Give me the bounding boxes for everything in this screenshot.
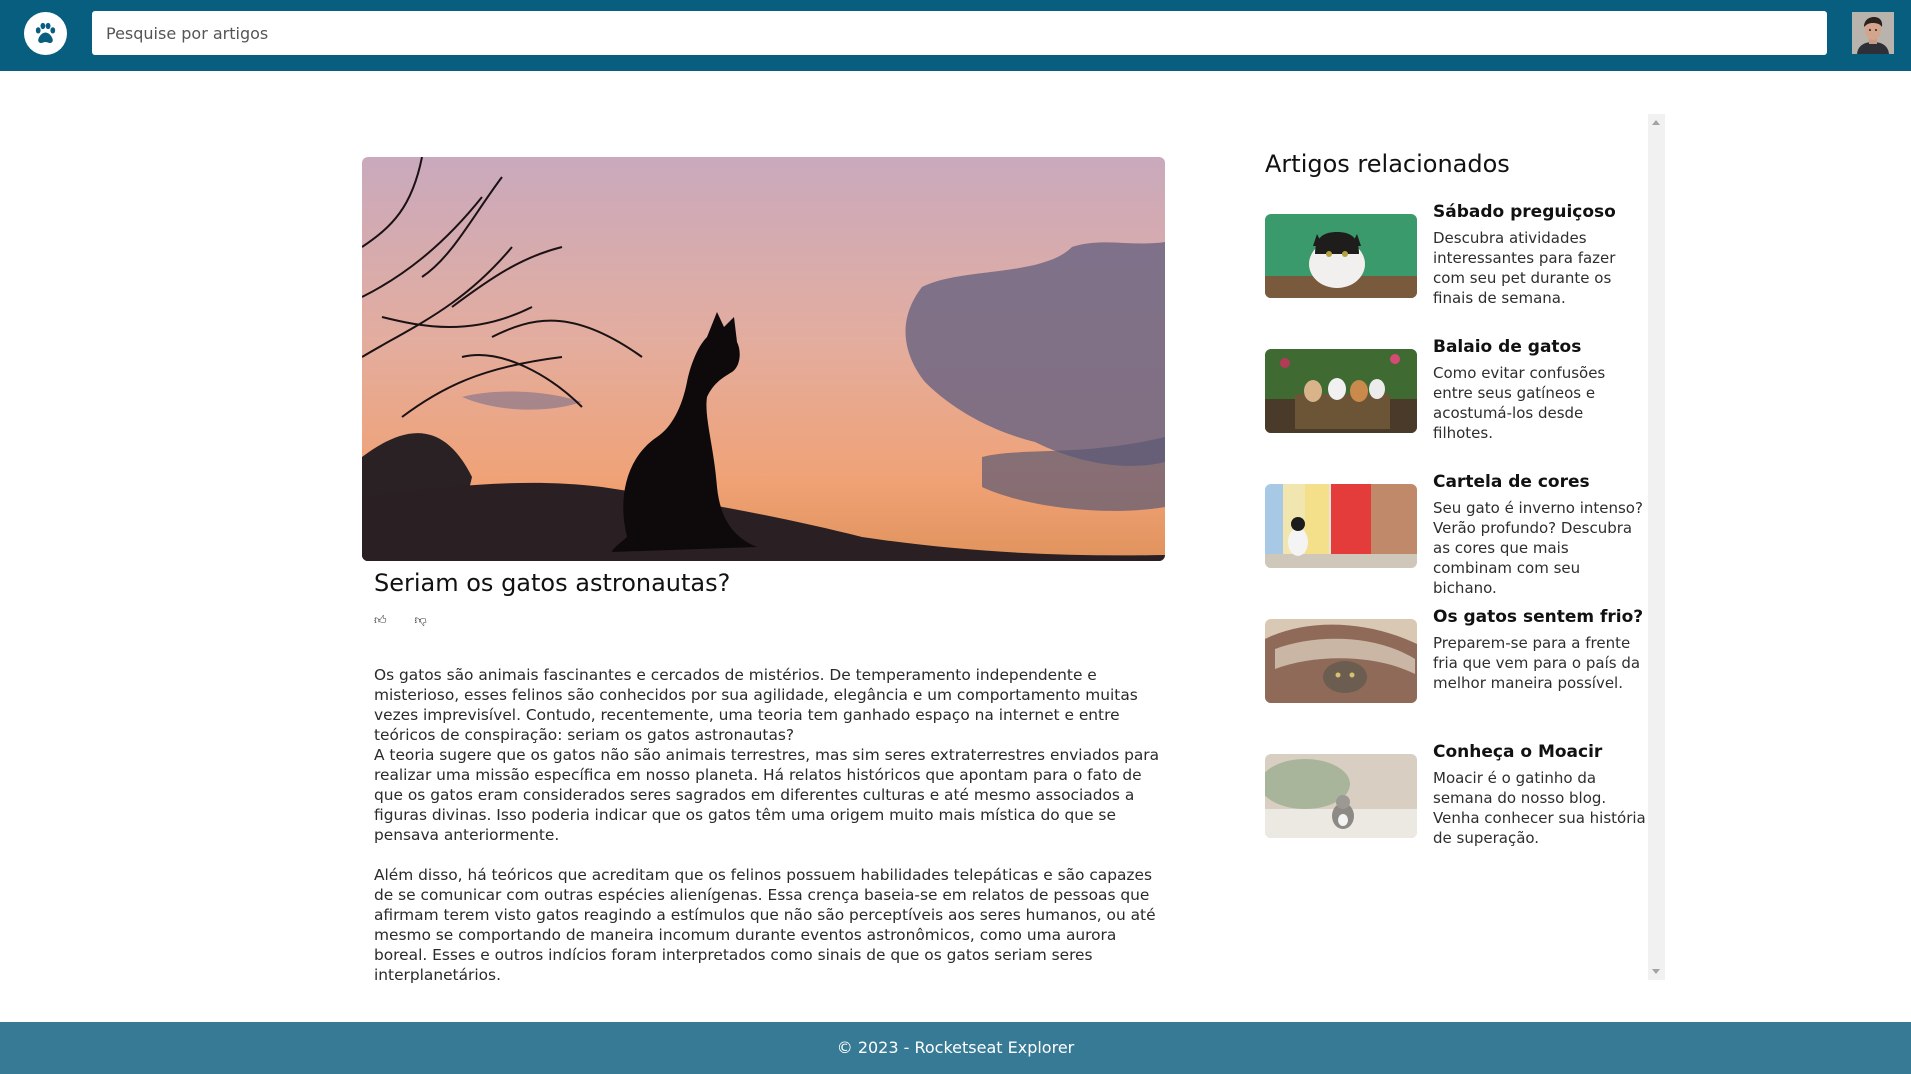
scroll-down-arrow-icon[interactable] [1652,969,1660,974]
thumbs-down-icon[interactable]: 👎︎ [415,613,427,633]
related-article-title[interactable]: Conheça o Moacir [1433,742,1648,762]
vote-actions: 👍︎ 👎︎ [374,613,1167,633]
search-box[interactable] [92,11,1827,55]
related-article-item[interactable]: Balaio de gatos Como evitar confusões en… [1265,337,1650,443]
footer-text: © 2023 - Rocketseat Explorer [836,1038,1075,1057]
related-article-title[interactable]: Cartela de cores [1433,472,1648,492]
top-navbar [0,0,1911,71]
footer: © 2023 - Rocketseat Explorer [0,1022,1911,1074]
article-title: Seriam os gatos astronautas? [374,569,731,597]
related-article-title[interactable]: Balaio de gatos [1433,337,1648,357]
user-avatar[interactable] [1852,12,1894,54]
scroll-up-arrow-icon[interactable] [1652,120,1660,125]
related-article-desc: Preparem-se para a frente fria que vem p… [1433,634,1641,692]
article-body: Os gatos são animais fascinantes e cerca… [374,665,1170,985]
article-section: Seriam os gatos astronautas? 👍︎ 👎︎ Os ga… [362,157,1167,985]
search-input[interactable] [92,11,1827,55]
related-article-desc: Seu gato é inverno intenso? Verão profun… [1433,499,1643,597]
related-article-title[interactable]: Os gatos sentem frio? [1433,607,1648,627]
related-article-item[interactable]: Cartela de cores Seu gato é inverno inte… [1265,472,1650,598]
avatar-image [1852,12,1894,54]
related-article-item[interactable]: Os gatos sentem frio? Preparem-se para a… [1265,607,1650,703]
paw-logo-button[interactable] [24,12,67,55]
related-article-title[interactable]: Sábado preguiçoso [1433,202,1648,222]
article-paragraph: Os gatos são animais fascinantes e cerca… [374,666,1138,744]
related-article-thumbnail [1265,619,1417,703]
related-articles-panel: Artigos relacionados Sábado preguiçoso D… [1265,114,1665,980]
related-article-thumbnail [1265,754,1417,838]
related-article-item[interactable]: Conheça o Moacir Moacir é o gatinho da s… [1265,742,1650,848]
related-article-desc: Como evitar confusões entre seus gatíneo… [1433,364,1606,442]
related-articles-title: Artigos relacionados [1265,150,1510,178]
sidebar-scrollbar[interactable] [1648,114,1665,980]
article-paragraph: A teoria sugere que os gatos não são ani… [374,746,1160,844]
related-article-desc: Moacir é o gatinho da semana do nosso bl… [1433,769,1646,847]
related-article-thumbnail [1265,349,1417,433]
paw-icon [35,22,56,44]
related-article-desc: Descubra atividades interessantes para f… [1433,229,1616,307]
related-article-thumbnail [1265,214,1417,298]
related-article-item[interactable]: Sábado preguiçoso Descubra atividades in… [1265,202,1650,308]
article-hero-image [362,157,1165,561]
thumbs-up-icon[interactable]: 👍︎ [374,613,387,633]
related-article-thumbnail [1265,484,1417,568]
article-paragraph: Além disso, há teóricos que acreditam qu… [374,866,1156,984]
